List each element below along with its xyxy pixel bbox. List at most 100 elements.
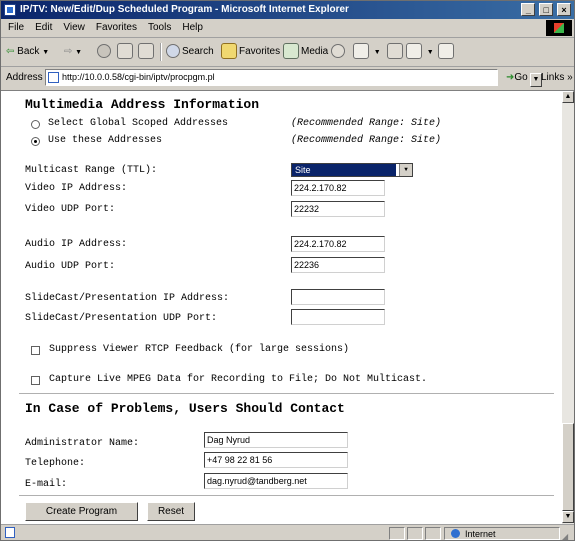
browser-window: IP/TV: New/Edit/Dup Scheduled Program - … bbox=[0, 0, 575, 541]
refresh-icon bbox=[117, 43, 133, 60]
home-icon bbox=[138, 43, 154, 60]
forward-button[interactable]: ⇨ ▼ bbox=[64, 38, 82, 67]
capture-mpeg-label: Capture Live MPEG Data for Recording to … bbox=[49, 374, 428, 385]
radio-global-hint: (Recommended Range: Site) bbox=[291, 118, 442, 129]
section-divider bbox=[19, 393, 554, 394]
media-icon bbox=[283, 43, 299, 60]
chevron-down-icon: ▼ bbox=[75, 49, 83, 56]
history-icon bbox=[331, 44, 345, 59]
scroll-up-icon[interactable]: ▲ bbox=[562, 91, 574, 103]
links-button[interactable]: Links » bbox=[541, 67, 573, 89]
globe-icon bbox=[451, 529, 460, 538]
page-status-icon bbox=[5, 527, 15, 538]
stop-icon bbox=[97, 44, 111, 59]
mail-icon bbox=[353, 43, 369, 60]
reset-button[interactable]: Reset bbox=[147, 502, 195, 521]
home-button[interactable] bbox=[138, 38, 156, 66]
multicast-selected-value: Site bbox=[292, 164, 396, 176]
resize-grip-icon[interactable]: ◢ bbox=[562, 529, 568, 545]
scroll-down-icon[interactable]: ▼ bbox=[562, 511, 574, 523]
status-bar: Internet ◢ bbox=[1, 524, 574, 542]
audio-ip-input[interactable]: 224.2.170.82 bbox=[291, 236, 385, 252]
capture-mpeg-checkbox[interactable] bbox=[31, 376, 40, 385]
print-icon bbox=[387, 43, 403, 60]
video-udp-label: Video UDP Port: bbox=[25, 204, 116, 215]
page-icon bbox=[48, 72, 59, 83]
radio-use-addresses[interactable] bbox=[31, 137, 40, 146]
refresh-button[interactable] bbox=[117, 38, 135, 66]
problems-heading: In Case of Problems, Users Should Contac… bbox=[25, 401, 345, 416]
minimize-button[interactable]: _ bbox=[521, 3, 536, 16]
chevron-down-icon: ▼ bbox=[426, 49, 434, 56]
address-input[interactable]: http://10.0.0.58/cgi-bin/iptv/procpgm.pl… bbox=[45, 69, 542, 87]
zone-panel: Internet bbox=[444, 527, 560, 540]
stop-button[interactable] bbox=[97, 38, 113, 66]
chevron-down-icon: ▼ bbox=[373, 49, 381, 56]
video-ip-label: Video IP Address: bbox=[25, 183, 128, 194]
audio-udp-input[interactable]: 22236 bbox=[291, 257, 385, 273]
admin-name-input[interactable]: Dag Nyrud bbox=[204, 432, 348, 448]
toolbar: ⇦ Back ▼ ⇨ ▼ Search Favorites Media ▼ ▼ bbox=[1, 38, 574, 67]
maximize-button[interactable]: □ bbox=[539, 3, 554, 16]
toolbar-separator bbox=[160, 43, 162, 61]
telephone-label: Telephone: bbox=[25, 458, 86, 469]
edit-button[interactable]: ▼ bbox=[406, 38, 434, 67]
chevron-down-icon: ▼ bbox=[399, 164, 412, 176]
status-panel bbox=[407, 527, 423, 540]
title-bar: IP/TV: New/Edit/Dup Scheduled Program - … bbox=[1, 1, 574, 19]
status-panel bbox=[389, 527, 405, 540]
menu-help[interactable]: Help bbox=[182, 22, 203, 33]
print-button[interactable] bbox=[387, 38, 405, 66]
multimedia-heading: Multimedia Address Information bbox=[25, 97, 260, 112]
vertical-scrollbar[interactable]: ▲ ▼ bbox=[562, 90, 574, 524]
menu-edit[interactable]: Edit bbox=[35, 22, 52, 33]
suppress-rtcp-label: Suppress Viewer RTCP Feedback (for large… bbox=[49, 344, 350, 355]
multicast-label: Multicast Range (TTL): bbox=[25, 165, 158, 176]
slidecast-udp-input[interactable] bbox=[291, 309, 385, 325]
radio-use-label: Use these Addresses bbox=[48, 135, 163, 146]
address-label: Address bbox=[6, 72, 43, 83]
menu-view[interactable]: View bbox=[63, 22, 85, 33]
suppress-rtcp-checkbox[interactable] bbox=[31, 346, 40, 355]
favorites-icon bbox=[221, 43, 237, 60]
email-label: E-mail: bbox=[25, 479, 68, 490]
radio-use-hint: (Recommended Range: Site) bbox=[291, 135, 442, 146]
email-input[interactable]: dag.nyrud@tandberg.net bbox=[204, 473, 348, 489]
audio-ip-label: Audio IP Address: bbox=[25, 239, 128, 250]
address-bar: Address http://10.0.0.58/cgi-bin/iptv/pr… bbox=[1, 67, 574, 89]
favorites-button[interactable]: Favorites bbox=[221, 38, 280, 66]
mail-button[interactable]: ▼ bbox=[353, 38, 381, 67]
slidecast-ip-input[interactable] bbox=[291, 289, 385, 305]
video-ip-input[interactable]: 224.2.170.82 bbox=[291, 180, 385, 196]
scroll-thumb[interactable] bbox=[562, 423, 574, 511]
radio-global-label: Select Global Scoped Addresses bbox=[48, 118, 229, 129]
media-button[interactable]: Media bbox=[283, 38, 328, 66]
close-button[interactable]: × bbox=[557, 3, 571, 16]
menu-tools[interactable]: Tools bbox=[148, 22, 171, 33]
history-button[interactable] bbox=[331, 38, 347, 66]
audio-udp-label: Audio UDP Port: bbox=[25, 261, 116, 272]
create-program-button[interactable]: Create Program bbox=[25, 502, 138, 521]
status-panel bbox=[425, 527, 441, 540]
go-button[interactable]: ➜Go bbox=[506, 67, 528, 89]
address-url: http://10.0.0.58/cgi-bin/iptv/procpgm.pl bbox=[62, 72, 215, 82]
admin-name-label: Administrator Name: bbox=[25, 438, 140, 449]
slidecast-ip-label: SlideCast/Presentation IP Address: bbox=[25, 293, 230, 304]
form-bottom-divider bbox=[19, 495, 554, 496]
video-udp-input[interactable]: 22232 bbox=[291, 201, 385, 217]
search-button[interactable]: Search bbox=[166, 38, 214, 66]
slidecast-udp-label: SlideCast/Presentation UDP Port: bbox=[25, 313, 218, 324]
edit-icon bbox=[406, 43, 422, 60]
windows-logo-icon bbox=[546, 20, 572, 36]
discuss-button[interactable] bbox=[438, 38, 456, 66]
search-icon bbox=[166, 44, 180, 59]
menu-file[interactable]: File bbox=[8, 22, 24, 33]
back-arrow-icon: ⇦ bbox=[6, 46, 15, 57]
multicast-select[interactable]: Site ▼ bbox=[291, 163, 413, 177]
page-content: Multimedia Address Information Select Gl… bbox=[1, 90, 562, 524]
zone-label: Internet bbox=[465, 529, 496, 539]
back-button[interactable]: ⇦ Back ▼ bbox=[6, 38, 49, 67]
telephone-input[interactable]: +47 98 22 81 56 bbox=[204, 452, 348, 468]
menu-favorites[interactable]: Favorites bbox=[96, 22, 137, 33]
radio-global-scoped[interactable] bbox=[31, 120, 40, 129]
